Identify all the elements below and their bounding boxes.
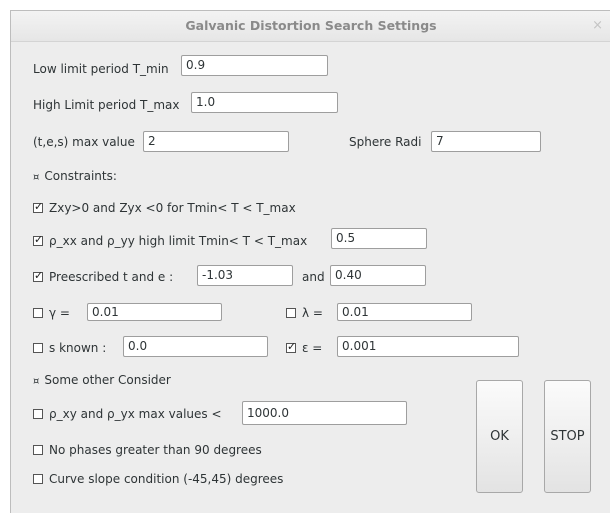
- section-mark-icon: ¤: [33, 172, 40, 183]
- slope-label: Curve slope condition (-45,45) degrees: [49, 472, 284, 486]
- lambda-label: λ =: [302, 306, 323, 320]
- prescribed-checkbox-row[interactable]: Preescribed t and e :: [33, 269, 174, 284]
- other-header: ¤ Some other Consider: [33, 373, 171, 387]
- and-label: and: [302, 270, 325, 284]
- prescribed-t-input[interactable]: -1.03: [197, 265, 293, 286]
- rho-max-label: ρ_xy and ρ_yx max values <: [49, 407, 222, 421]
- gamma-checkbox[interactable]: [33, 308, 43, 318]
- tmin-label: Low limit period T_min: [33, 62, 169, 76]
- s-known-checkbox-row[interactable]: s known :: [33, 341, 106, 355]
- zxy-checkbox[interactable]: [33, 200, 43, 213]
- epsilon-label: ε =: [302, 341, 323, 355]
- zxy-label: Zxy>0 and Zyx <0 for Tmin< T < T_max: [49, 201, 296, 215]
- rho-limit-label: ρ_xx and ρ_yy high limit Tmin< T < T_max: [49, 234, 308, 248]
- phase-checkbox-row[interactable]: No phases greater than 90 degrees: [33, 443, 262, 457]
- prescribed-e-input[interactable]: 0.40: [330, 265, 426, 286]
- tmax-label: High Limit period T_max: [33, 98, 180, 112]
- sphere-label: Sphere Radi: [349, 135, 422, 149]
- lambda-input[interactable]: 0.01: [337, 303, 472, 321]
- slope-checkbox[interactable]: [33, 474, 43, 484]
- title-bar: Galvanic Distortion Search Settings ×: [11, 11, 610, 42]
- gamma-label: γ =: [49, 306, 70, 320]
- tes-label: (t,e,s) max value: [33, 135, 135, 149]
- lambda-checkbox[interactable]: [286, 308, 296, 318]
- gamma-input[interactable]: 0.01: [87, 303, 222, 321]
- lambda-checkbox-row[interactable]: λ =: [286, 306, 323, 320]
- ok-button[interactable]: OK: [476, 380, 523, 493]
- rho-limit-input[interactable]: 0.5: [331, 228, 427, 249]
- rho-max-input[interactable]: 1000.0: [242, 401, 407, 425]
- window-title: Galvanic Distortion Search Settings: [185, 18, 437, 33]
- phase-label: No phases greater than 90 degrees: [49, 443, 262, 457]
- tmax-input[interactable]: 1.0: [191, 92, 338, 113]
- sphere-input[interactable]: 7: [431, 131, 541, 152]
- slope-checkbox-row[interactable]: Curve slope condition (-45,45) degrees: [33, 472, 283, 486]
- rho-limit-checkbox[interactable]: [33, 233, 43, 246]
- zxy-checkbox-row[interactable]: Zxy>0 and Zyx <0 for Tmin< T < T_max: [33, 200, 296, 215]
- prescribed-label: Preescribed t and e :: [49, 270, 174, 284]
- constraints-header: ¤ Constraints:: [33, 169, 117, 183]
- constraints-header-label: Constraints:: [44, 169, 117, 183]
- rho-max-checkbox[interactable]: [33, 409, 43, 419]
- rho-limit-checkbox-row[interactable]: ρ_xx and ρ_yy high limit Tmin< T < T_max: [33, 233, 308, 248]
- rho-max-checkbox-row[interactable]: ρ_xy and ρ_yx max values <: [33, 407, 222, 421]
- gamma-checkbox-row[interactable]: γ =: [33, 306, 70, 320]
- phase-checkbox[interactable]: [33, 445, 43, 455]
- prescribed-checkbox[interactable]: [33, 269, 43, 282]
- epsilon-checkbox-row[interactable]: ε =: [286, 340, 323, 355]
- close-icon[interactable]: ×: [592, 18, 603, 33]
- other-header-label: Some other Consider: [44, 373, 171, 387]
- epsilon-input[interactable]: 0.001: [337, 336, 519, 357]
- settings-dialog: Galvanic Distortion Search Settings × Lo…: [10, 10, 610, 513]
- stop-button[interactable]: STOP: [544, 380, 591, 493]
- epsilon-checkbox[interactable]: [286, 340, 296, 353]
- tes-input[interactable]: 2: [143, 131, 289, 152]
- s-known-checkbox[interactable]: [33, 343, 43, 353]
- s-known-label: s known :: [49, 341, 107, 355]
- s-known-input[interactable]: 0.0: [123, 336, 268, 357]
- tmin-input[interactable]: 0.9: [181, 55, 328, 76]
- section-mark-icon: ¤: [33, 376, 40, 387]
